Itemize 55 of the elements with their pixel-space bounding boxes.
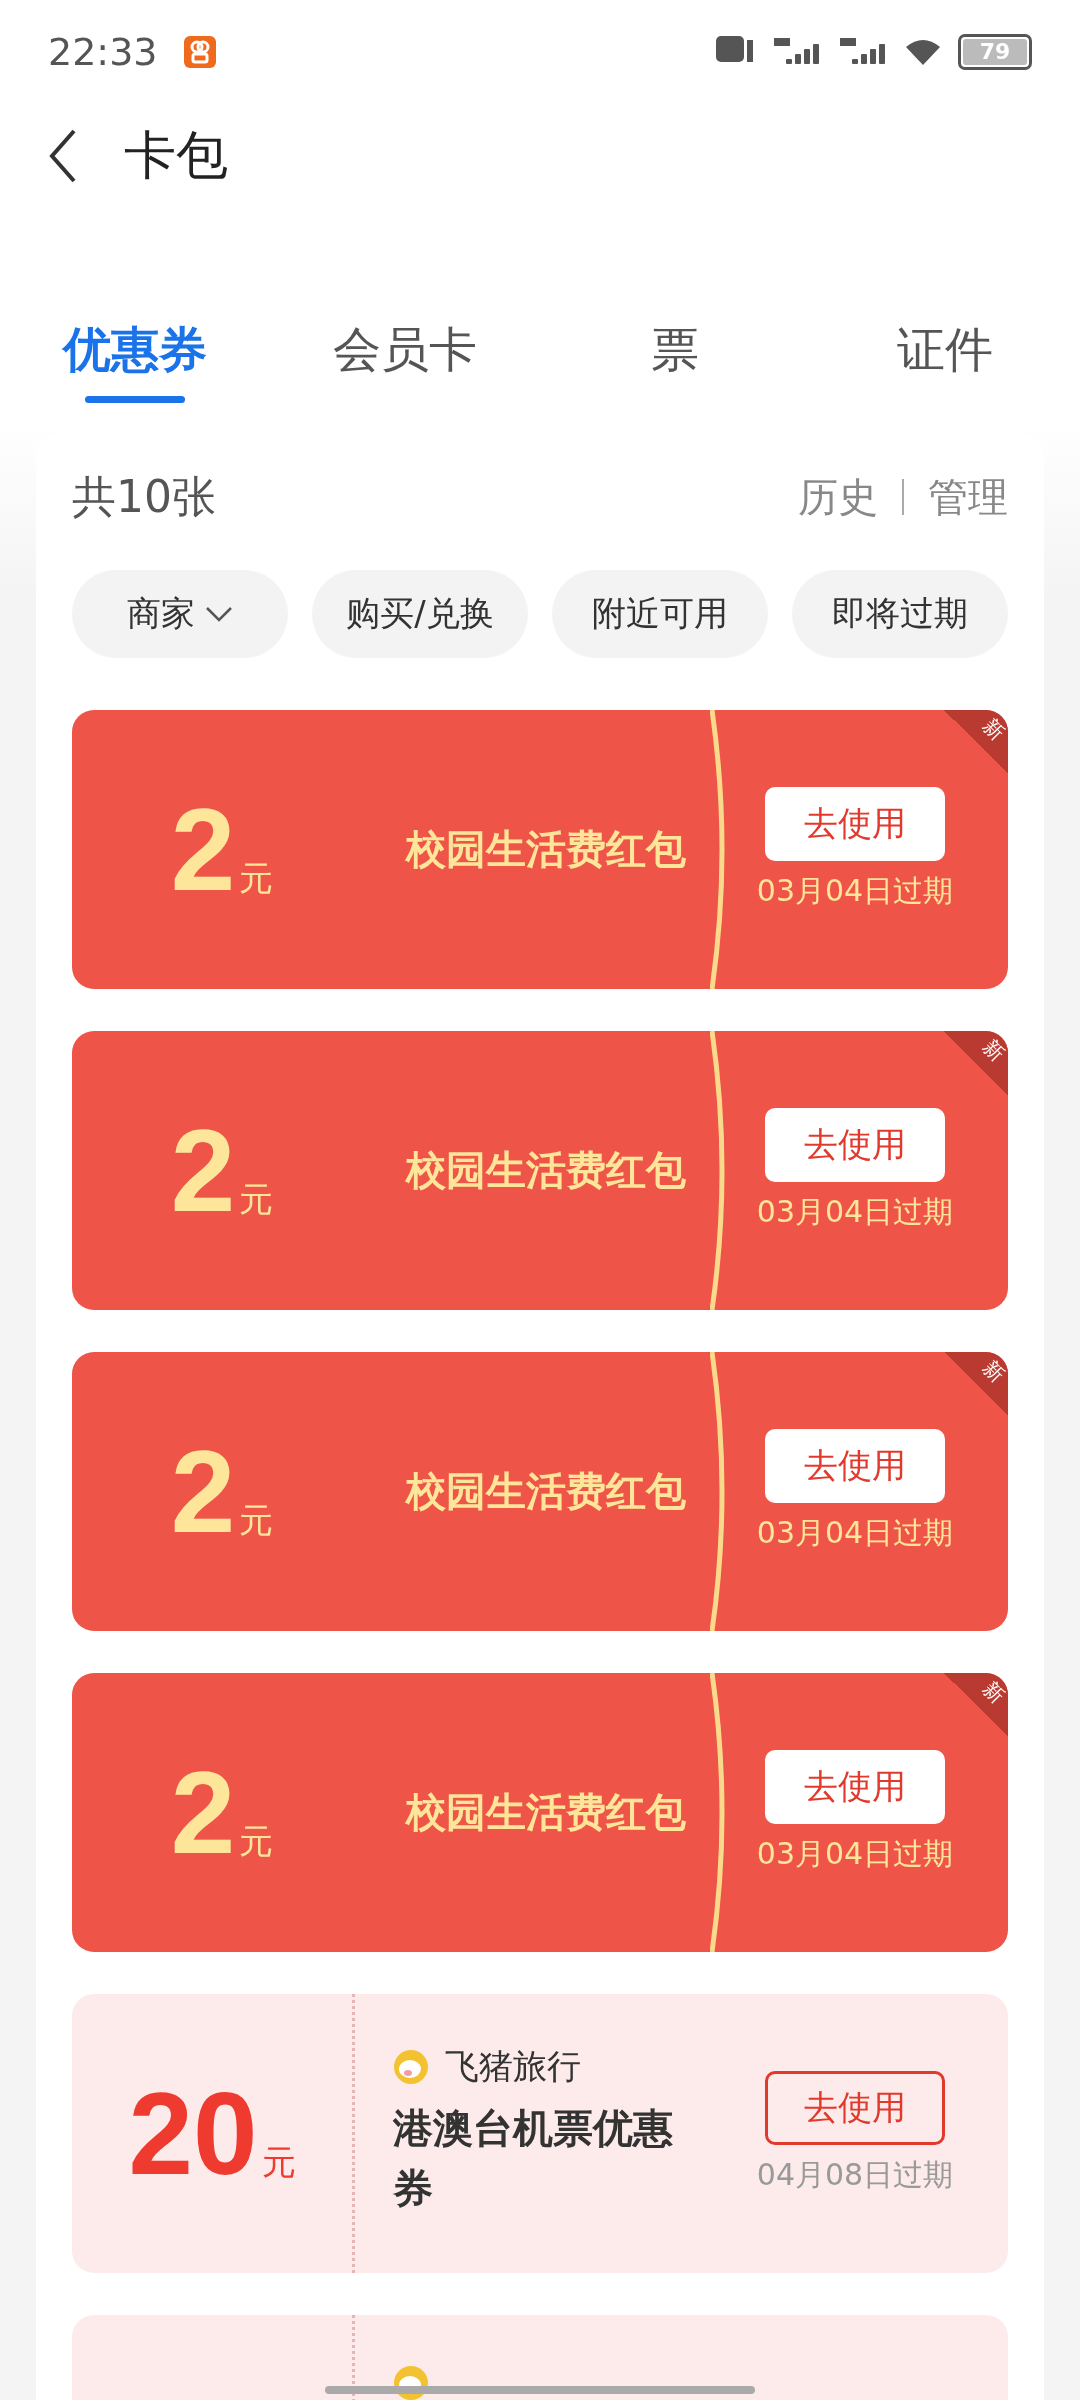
coupon-card[interactable]: 2 元 校园生活费红包 去使用 03月04日过期 新 bbox=[72, 710, 1008, 989]
new-corner-badge: 新 bbox=[944, 710, 1008, 774]
coupon-card[interactable]: 2 元 校园生活费红包 去使用 03月04日过期 新 bbox=[72, 1031, 1008, 1310]
coupon-amount: 2 bbox=[170, 1754, 236, 1871]
use-button[interactable]: 去使用 bbox=[765, 1108, 945, 1182]
expiry-date: 03月04日过期 bbox=[756, 872, 954, 910]
expiry-date: 04月08日过期 bbox=[756, 2156, 954, 2194]
coupon-title: 港澳台机票优惠券 bbox=[393, 2104, 674, 2213]
coupon-title: 校园生活费红包 bbox=[404, 1467, 687, 1516]
new-corner-badge: 新 bbox=[944, 1352, 1008, 1416]
pig-logo-icon bbox=[393, 2049, 429, 2085]
app-notification-icon bbox=[183, 36, 216, 68]
expiry-date: 03月04日过期 bbox=[756, 1193, 954, 1231]
battery-level: 79 bbox=[963, 39, 1027, 65]
currency-unit: 元 bbox=[239, 1177, 274, 1221]
new-corner-badge: 新 bbox=[944, 1673, 1008, 1737]
use-button[interactable]: 去使用 bbox=[765, 787, 945, 861]
filter-chip[interactable]: 购买/兑换 bbox=[312, 570, 528, 658]
use-button[interactable]: 去使用 bbox=[765, 2071, 945, 2145]
coupon-amount: 2 bbox=[170, 1433, 236, 1550]
merchant-name: 飞猪旅行 bbox=[445, 2045, 581, 2088]
back-icon[interactable] bbox=[48, 128, 78, 184]
coupon-title: 校园生活费红包 bbox=[404, 825, 687, 874]
currency-unit: 元 bbox=[261, 2140, 296, 2184]
use-button[interactable]: 去使用 bbox=[765, 1429, 945, 1503]
new-corner-badge: 新 bbox=[944, 1031, 1008, 1095]
currency-unit: 元 bbox=[239, 1498, 274, 1542]
expiry-date: 03月04日过期 bbox=[756, 1514, 954, 1552]
coupon-count: 共10张 bbox=[72, 469, 216, 524]
coupon-amount: 2 bbox=[170, 791, 236, 908]
use-button[interactable]: 去使用 bbox=[765, 1750, 945, 1824]
tab[interactable]: 会员卡 bbox=[270, 318, 540, 434]
header-link[interactable]: 历史 bbox=[798, 469, 878, 525]
coupon-title: 校园生活费红包 bbox=[404, 1146, 687, 1195]
coupon-card[interactable]: 20 元 飞猪旅行 港澳台机票优惠券 去使用 04月08日过期 bbox=[72, 1994, 1008, 2273]
filter-chip[interactable]: 商家 bbox=[72, 570, 288, 658]
home-indicator[interactable] bbox=[325, 2386, 755, 2394]
page-title: 卡包 bbox=[124, 124, 228, 187]
coupon-title: 校园生活费红包 bbox=[404, 1788, 687, 1837]
header-link[interactable]: 管理 bbox=[928, 469, 1008, 525]
expiry-date: 03月04日过期 bbox=[756, 1835, 954, 1873]
coupon-amount: 20 bbox=[128, 2075, 258, 2192]
tab[interactable]: 优惠券 bbox=[0, 318, 270, 434]
status-time: 22:33 bbox=[48, 30, 158, 74]
filter-chip[interactable]: 附近可用 bbox=[552, 570, 768, 658]
coupon-amount: 2 bbox=[170, 1112, 236, 1229]
tab[interactable]: 票 bbox=[540, 318, 810, 434]
wifi-icon bbox=[904, 37, 942, 67]
currency-unit: 元 bbox=[239, 856, 274, 900]
currency-unit: 元 bbox=[239, 1819, 274, 1863]
coupon-card[interactable]: 2 元 校园生活费红包 去使用 03月04日过期 新 bbox=[72, 1352, 1008, 1631]
tab[interactable]: 证件 bbox=[810, 318, 1080, 434]
chevron-down-icon bbox=[205, 606, 233, 622]
filter-chip[interactable]: 即将过期 bbox=[792, 570, 1008, 658]
coupon-card[interactable]: 2 元 校园生活费红包 去使用 03月04日过期 新 bbox=[72, 1673, 1008, 1952]
